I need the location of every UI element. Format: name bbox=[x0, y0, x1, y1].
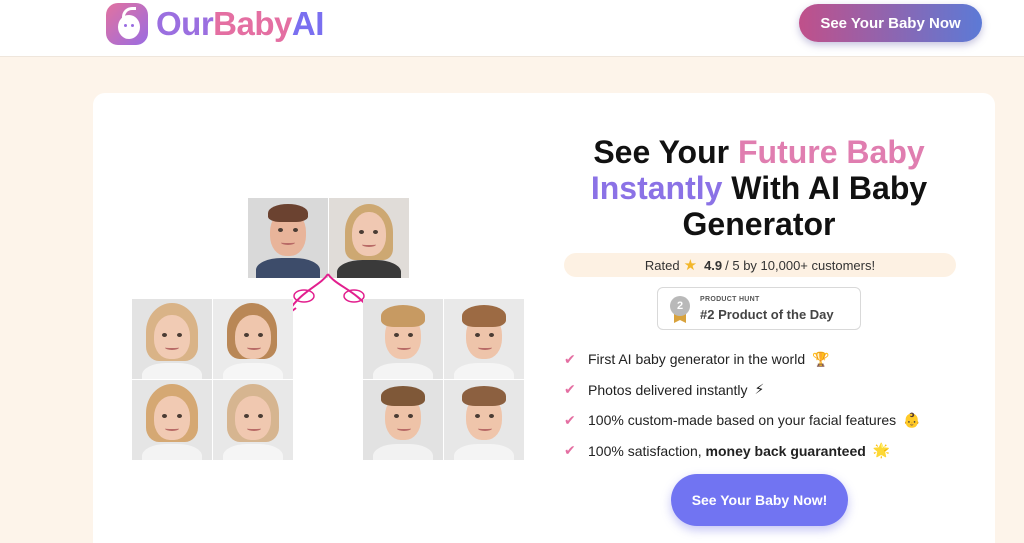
header-see-baby-button[interactable]: See Your Baby Now bbox=[799, 4, 982, 42]
brand-name: OurBabyAI bbox=[156, 5, 324, 43]
feature-item: ✔ First AI baby generator in the world 🏆 bbox=[564, 344, 964, 375]
feature-text-bold: money back guaranteed bbox=[705, 442, 866, 459]
baby-logo-icon bbox=[106, 3, 148, 45]
feature-item: ✔ Photos delivered instantly ⚡ bbox=[564, 375, 964, 406]
feature-text: 100% satisfaction, bbox=[588, 442, 706, 459]
product-hunt-label: PRODUCT HUNT bbox=[700, 296, 760, 303]
child-boy-photo-3 bbox=[363, 380, 443, 460]
product-hunt-rank: #2 Product of the Day bbox=[700, 307, 834, 322]
hero-title-highlight-1: Future Baby bbox=[737, 134, 925, 170]
brand-name-part-our: Our bbox=[156, 5, 214, 42]
hero-title: See Your Future Baby Instantly With AI Ba… bbox=[563, 134, 955, 242]
child-girl-photo-4 bbox=[213, 380, 293, 460]
baby-icon: 👶 bbox=[903, 411, 921, 428]
mother-photo bbox=[329, 198, 409, 278]
medal-icon: 2 bbox=[670, 296, 690, 316]
lightning-icon: ⚡ bbox=[754, 381, 765, 398]
child-boy-photo-1 bbox=[363, 299, 443, 379]
rating-prefix: Rated bbox=[644, 257, 680, 273]
child-boy-photo-4 bbox=[444, 380, 524, 460]
hero-title-part-1: See Your bbox=[593, 134, 738, 170]
child-girl-photo-1 bbox=[132, 299, 212, 379]
feature-list: ✔ First AI baby generator in the world 🏆… bbox=[564, 344, 964, 466]
hero-title-highlight-2: Instantly bbox=[590, 170, 723, 206]
feature-item: ✔ 100% custom-made based on your facial … bbox=[564, 405, 964, 436]
brand-name-part-baby: Baby bbox=[213, 5, 292, 42]
child-girl-photo-3 bbox=[132, 380, 212, 460]
check-icon: ✔ bbox=[564, 381, 576, 398]
rating-bar: Rated ★ 4.9 / 5 by 10,000+ customers! bbox=[564, 253, 956, 277]
trophy-icon: 🏆 bbox=[812, 350, 830, 367]
brand-logo[interactable]: OurBabyAI bbox=[106, 3, 324, 45]
see-baby-now-button[interactable]: See Your Baby Now! bbox=[671, 474, 848, 526]
product-hunt-badge[interactable]: 2 PRODUCT HUNT #2 Product of the Day bbox=[657, 287, 861, 330]
rating-value: 4.9 bbox=[704, 257, 723, 273]
check-icon: ✔ bbox=[564, 350, 576, 367]
feature-item: ✔ 100% satisfaction, money back guarante… bbox=[564, 436, 964, 467]
star-icon: ★ bbox=[683, 257, 698, 274]
feature-text: Photos delivered instantly bbox=[588, 381, 748, 398]
check-icon: ✔ bbox=[564, 442, 576, 459]
child-boy-photo-2 bbox=[444, 299, 524, 379]
brand-name-part-ai: AI bbox=[291, 5, 325, 42]
father-photo bbox=[248, 198, 328, 278]
sparkle-icon: 🌟 bbox=[872, 442, 891, 459]
child-girl-photo-2 bbox=[213, 299, 293, 379]
check-icon: ✔ bbox=[564, 411, 576, 428]
feature-text: 100% custom-made based on your facial fe… bbox=[588, 412, 897, 429]
rating-suffix: / 5 by 10,000+ customers! bbox=[725, 257, 876, 273]
top-navigation-bar: OurBabyAI See Your Baby Now bbox=[0, 0, 1024, 57]
feature-text: First AI baby generator in the world bbox=[588, 351, 806, 368]
